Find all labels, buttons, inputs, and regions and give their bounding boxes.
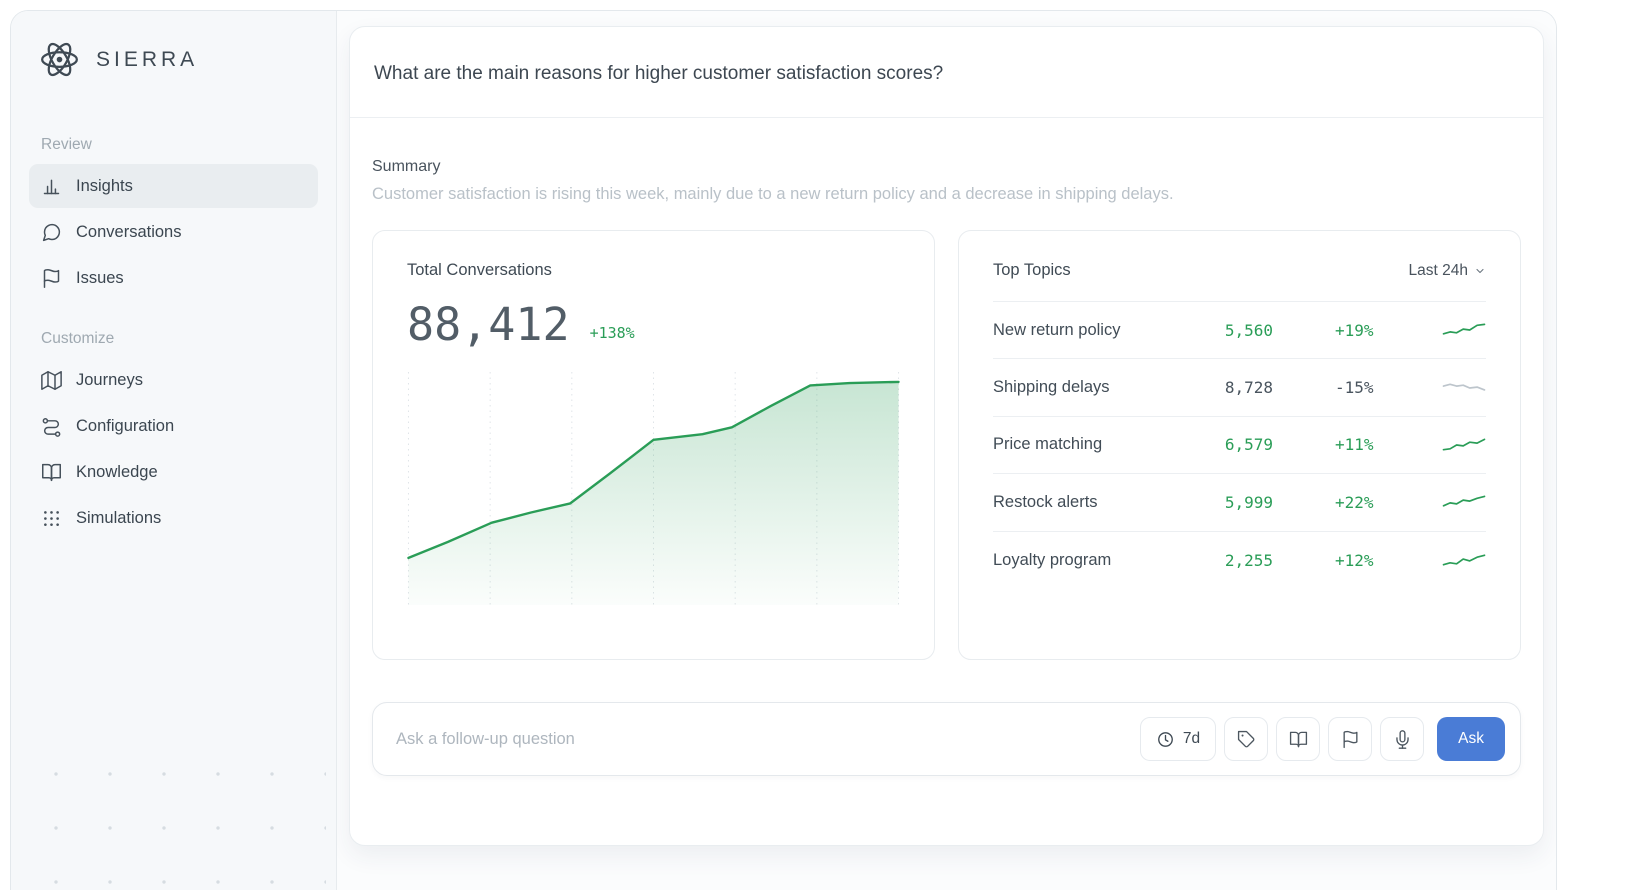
question-title: What are the main reasons for higher cus… xyxy=(374,63,944,84)
mic-icon xyxy=(1393,729,1412,749)
topic-name: Restock alerts xyxy=(993,492,1098,511)
top-topics-header: Top Topics Last 24h xyxy=(993,261,1486,302)
time-filter-button[interactable]: 7d xyxy=(1139,717,1217,761)
knowledge-button[interactable] xyxy=(1276,717,1321,761)
brand-name: SIERRA xyxy=(96,47,199,71)
topic-value: 5,560 xyxy=(1224,320,1273,340)
topic-sparkline xyxy=(1442,383,1486,391)
topic-row-price-matching[interactable]: Price matching 6,579 +11% xyxy=(993,417,1486,475)
chat-bubble-icon xyxy=(41,222,62,243)
total-conversations-card: Total Conversations 88,412 +138% xyxy=(372,230,935,660)
book-open-icon xyxy=(41,462,62,483)
question-header: What are the main reasons for higher cus… xyxy=(350,27,1543,118)
flag-button[interactable] xyxy=(1328,717,1373,761)
flag-icon xyxy=(1341,730,1360,749)
topic-rows: New return policy 5,560 +19% Shipping de… xyxy=(993,302,1486,589)
cards-row: Total Conversations 88,412 +138% Top Top… xyxy=(372,230,1521,660)
sidebar-item-knowledge-label: Knowledge xyxy=(76,462,158,481)
dots-grid-icon xyxy=(41,508,62,529)
sidebar-item-configuration[interactable]: Configuration xyxy=(29,404,318,448)
summary-section: Summary Customer satisfaction is rising … xyxy=(372,158,1521,204)
bar-chart-icon xyxy=(41,176,62,197)
topic-value: 8,728 xyxy=(1224,378,1273,398)
content-panel: What are the main reasons for higher cus… xyxy=(349,26,1544,846)
dot-grid-pattern xyxy=(21,735,326,890)
time-range-label: Last 24h xyxy=(1408,261,1468,279)
topic-name: Price matching xyxy=(993,435,1103,454)
sidebar-item-configuration-label: Configuration xyxy=(76,416,175,435)
time-filter-label: 7d xyxy=(1182,730,1201,747)
sidebar: SIERRA Review Insights Conversations Iss… xyxy=(11,11,337,890)
topic-sparkline xyxy=(1442,438,1486,451)
tag-icon xyxy=(1237,730,1256,749)
sidebar-item-issues-label: Issues xyxy=(76,268,124,287)
sidebar-item-conversations[interactable]: Conversations xyxy=(29,210,318,254)
sidebar-item-simulations-label: Simulations xyxy=(76,508,162,527)
summary-text: Customer satisfaction is rising this wee… xyxy=(372,185,1174,203)
ask-bar: 7d xyxy=(372,702,1521,776)
ask-actions: 7d Ask xyxy=(1139,717,1505,761)
summary-title: Summary xyxy=(372,158,441,175)
app-frame: SIERRA Review Insights Conversations Iss… xyxy=(10,10,1557,890)
time-range-dropdown[interactable]: Last 24h xyxy=(1409,262,1486,280)
topic-change: +12% xyxy=(1335,550,1374,570)
topic-sparkline xyxy=(1442,323,1486,335)
followup-question-input[interactable] xyxy=(396,729,1140,749)
route-icon xyxy=(41,416,62,437)
sidebar-item-knowledge[interactable]: Knowledge xyxy=(29,450,318,494)
chevron-down-icon xyxy=(1474,265,1486,277)
flag-icon xyxy=(41,268,62,289)
total-conversations-title: Total Conversations xyxy=(407,261,552,279)
sidebar-item-conversations-label: Conversations xyxy=(76,222,182,241)
topic-row-new-return-policy[interactable]: New return policy 5,560 +19% xyxy=(993,302,1486,360)
review-nav: Insights Conversations Issues xyxy=(29,164,318,300)
mic-button[interactable] xyxy=(1380,717,1425,761)
nav-section-review: Review xyxy=(41,136,92,153)
customize-nav: Journeys Configuration Knowledge Simulat… xyxy=(29,358,318,540)
topic-name: Loyalty program xyxy=(993,550,1112,569)
sidebar-item-simulations[interactable]: Simulations xyxy=(29,496,318,540)
metric: 88,412 +138% xyxy=(407,302,900,347)
topic-name: New return policy xyxy=(993,320,1121,339)
tag-button[interactable] xyxy=(1224,717,1269,761)
topic-change: +19% xyxy=(1335,320,1374,340)
topic-value: 2,255 xyxy=(1224,550,1273,570)
map-icon xyxy=(41,370,62,391)
top-topics-title: Top Topics xyxy=(993,261,1071,279)
topic-row-shipping-delays[interactable]: Shipping delays 8,728 -15% xyxy=(993,359,1486,417)
topic-sparkline xyxy=(1442,495,1486,508)
sidebar-item-journeys-label: Journeys xyxy=(76,370,143,389)
sidebar-item-journeys[interactable]: Journeys xyxy=(29,358,318,402)
sidebar-item-insights-label: Insights xyxy=(76,176,133,195)
topic-name: Shipping delays xyxy=(993,378,1110,397)
topic-change: +22% xyxy=(1335,492,1374,512)
sierra-logo-icon xyxy=(37,37,82,82)
top-topics-card: Top Topics Last 24h New return policy 5,… xyxy=(958,230,1521,660)
ask-button[interactable]: Ask xyxy=(1437,717,1505,761)
topic-value: 6,579 xyxy=(1224,435,1273,455)
topic-value: 5,999 xyxy=(1224,492,1273,512)
total-conversations-change: +138% xyxy=(589,324,635,342)
nav-section-customize: Customize xyxy=(41,330,115,347)
brand: SIERRA xyxy=(29,37,318,82)
sidebar-item-issues[interactable]: Issues xyxy=(29,256,318,300)
topic-row-restock-alerts[interactable]: Restock alerts 5,999 +22% xyxy=(993,474,1486,532)
topic-sparkline xyxy=(1442,554,1486,566)
topic-change: -15% xyxy=(1335,378,1374,398)
topic-row-loyalty-program[interactable]: Loyalty program 2,255 +12% xyxy=(993,532,1486,589)
content-body: Summary Customer satisfaction is rising … xyxy=(350,118,1543,776)
book-open-icon xyxy=(1289,730,1308,749)
total-conversations-chart xyxy=(407,372,900,605)
sidebar-item-insights[interactable]: Insights xyxy=(29,164,318,208)
topic-change: +11% xyxy=(1335,435,1374,455)
total-conversations-value: 88,412 xyxy=(407,298,570,351)
main-area: What are the main reasons for higher cus… xyxy=(337,11,1556,890)
clock-icon xyxy=(1156,730,1175,749)
